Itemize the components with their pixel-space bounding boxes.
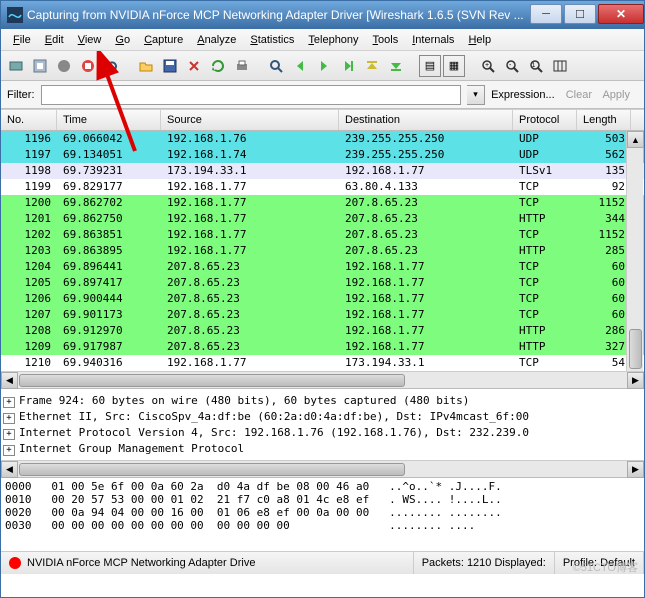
table-row[interactable]: 120469.896441207.8.65.23192.168.1.77TCP6… — [1, 259, 644, 275]
close-file-button[interactable] — [183, 55, 205, 77]
zoom-out-button[interactable]: - — [501, 55, 523, 77]
scroll-left-icon[interactable]: ◀ — [1, 372, 18, 389]
menu-edit[interactable]: Edit — [39, 32, 70, 48]
detail-line[interactable]: +Internet Protocol Version 4, Src: 192.1… — [3, 425, 642, 441]
details-hscrollbar[interactable]: ◀▶ — [1, 460, 644, 477]
table-row[interactable]: 120869.912970207.8.65.23192.168.1.77HTTP… — [1, 323, 644, 339]
options-button[interactable] — [29, 55, 51, 77]
table-row[interactable]: 120369.863895192.168.1.77207.8.65.23HTTP… — [1, 243, 644, 259]
status-interface: NVIDIA nForce MCP Networking Adapter Dri… — [27, 557, 255, 569]
reload-button[interactable] — [207, 55, 229, 77]
table-row[interactable]: 119969.829177192.168.1.7763.80.4.133TCP9… — [1, 179, 644, 195]
apply-link[interactable]: Apply — [602, 89, 630, 101]
table-row[interactable]: 120169.862750192.168.1.77207.8.65.23HTTP… — [1, 211, 644, 227]
zoom-reset-button[interactable]: 1 — [525, 55, 547, 77]
table-row[interactable]: 120669.900444207.8.65.23192.168.1.77TCP6… — [1, 291, 644, 307]
clear-link[interactable]: Clear — [566, 89, 592, 101]
maximize-button[interactable]: ☐ — [564, 4, 596, 24]
find-button[interactable] — [265, 55, 287, 77]
expand-icon[interactable]: + — [3, 429, 15, 440]
toolbar: ▤ ▦ + - 1 — [1, 51, 644, 81]
scroll-up-icon[interactable]: ▲ — [627, 131, 644, 148]
go-forward-button[interactable] — [313, 55, 335, 77]
app-icon — [7, 7, 23, 23]
menu-statistics[interactable]: Statistics — [244, 32, 300, 48]
packet-details-pane[interactable]: +Frame 924: 60 bytes on wire (480 bits),… — [1, 388, 644, 460]
table-row[interactable]: 119869.739231173.194.33.1192.168.1.77TLS… — [1, 163, 644, 179]
scroll-thumb[interactable] — [629, 329, 642, 369]
table-row[interactable]: 119669.066042192.168.1.76239.255.255.250… — [1, 131, 644, 147]
resize-columns-button[interactable] — [549, 55, 571, 77]
table-row[interactable]: 119769.134051192.168.1.74239.255.255.250… — [1, 147, 644, 163]
col-destination[interactable]: Destination — [339, 110, 513, 130]
col-length[interactable]: Length — [577, 110, 631, 130]
filter-dropdown-button[interactable]: ▾ — [467, 85, 485, 105]
col-source[interactable]: Source — [161, 110, 339, 130]
window-title: Capturing from NVIDIA nForce MCP Network… — [27, 8, 524, 22]
menu-tools[interactable]: Tools — [367, 32, 405, 48]
menu-go[interactable]: Go — [109, 32, 136, 48]
close-button[interactable]: ✕ — [598, 4, 644, 24]
packet-list-vscrollbar[interactable]: ▲ ▼ — [626, 131, 643, 388]
table-row[interactable]: 121069.940316192.168.1.77173.194.33.1TCP… — [1, 355, 644, 371]
start-capture-button[interactable] — [53, 55, 75, 77]
hscroll-thumb[interactable] — [19, 374, 405, 387]
menu-analyze[interactable]: Analyze — [191, 32, 242, 48]
menu-help[interactable]: Help — [462, 32, 497, 48]
go-first-button[interactable] — [361, 55, 383, 77]
packet-list-hscrollbar[interactable]: ◀ ▶ — [1, 371, 644, 388]
status-bar: NVIDIA nForce MCP Networking Adapter Dri… — [1, 551, 644, 574]
expand-icon[interactable]: + — [3, 413, 15, 424]
save-button[interactable] — [159, 55, 181, 77]
menu-internals[interactable]: Internals — [406, 32, 460, 48]
table-row[interactable]: 120269.863851192.168.1.77207.8.65.23TCP1… — [1, 227, 644, 243]
open-button[interactable] — [135, 55, 157, 77]
col-protocol[interactable]: Protocol — [513, 110, 577, 130]
stop-capture-button[interactable] — [77, 55, 99, 77]
minimize-button[interactable]: ─ — [530, 4, 562, 24]
table-row[interactable]: 120569.897417207.8.65.23192.168.1.77TCP6… — [1, 275, 644, 291]
svg-text:1: 1 — [532, 63, 536, 69]
menu-bar: FileEditViewGoCaptureAnalyzeStatisticsTe… — [1, 29, 644, 51]
table-row[interactable]: 120969.917987207.8.65.23192.168.1.77HTTP… — [1, 339, 644, 355]
hex-pane[interactable]: 0000 01 00 5e 6f 00 0a 60 2a d0 4a df be… — [1, 477, 644, 551]
detail-line[interactable]: +Frame 924: 60 bytes on wire (480 bits),… — [3, 393, 642, 409]
col-no[interactable]: No. — [1, 110, 57, 130]
col-time[interactable]: Time — [57, 110, 161, 130]
watermark: ©51CTO博客 — [573, 559, 638, 575]
expand-icon[interactable]: + — [3, 445, 15, 456]
print-button[interactable] — [231, 55, 253, 77]
filter-label: Filter: — [7, 89, 35, 101]
menu-file[interactable]: File — [7, 32, 37, 48]
table-row[interactable]: 120069.862702192.168.1.77207.8.65.23TCP1… — [1, 195, 644, 211]
restart-capture-button[interactable] — [101, 55, 123, 77]
svg-text:+: + — [485, 62, 489, 69]
go-last-button[interactable] — [385, 55, 407, 77]
title-bar: Capturing from NVIDIA nForce MCP Network… — [1, 1, 644, 29]
svg-text:-: - — [509, 62, 512, 69]
go-to-packet-button[interactable] — [337, 55, 359, 77]
record-icon — [9, 557, 21, 569]
menu-view[interactable]: View — [72, 32, 108, 48]
zoom-in-button[interactable]: + — [477, 55, 499, 77]
menu-capture[interactable]: Capture — [138, 32, 189, 48]
autoscroll-toggle[interactable]: ▦ — [443, 55, 465, 77]
expand-icon[interactable]: + — [3, 397, 15, 408]
filter-bar: Filter: ▾ Expression... Clear Apply — [1, 81, 644, 109]
packet-list-header: No. Time Source Destination Protocol Len… — [1, 109, 644, 131]
detail-line[interactable]: +Ethernet II, Src: CiscoSpv_4a:df:be (60… — [3, 409, 642, 425]
table-row[interactable]: 120769.901173207.8.65.23192.168.1.77TCP6… — [1, 307, 644, 323]
status-packets: Packets: 1210 Displayed: — [414, 552, 555, 574]
interfaces-button[interactable] — [5, 55, 27, 77]
scroll-right-icon[interactable]: ▶ — [627, 372, 644, 389]
detail-line[interactable]: +Internet Group Management Protocol — [3, 441, 642, 457]
filter-input[interactable] — [41, 85, 462, 105]
packet-list[interactable]: 119669.066042192.168.1.76239.255.255.250… — [1, 131, 644, 371]
go-back-button[interactable] — [289, 55, 311, 77]
colorize-toggle[interactable]: ▤ — [419, 55, 441, 77]
expression-link[interactable]: Expression... — [491, 89, 555, 101]
menu-telephony[interactable]: Telephony — [302, 32, 364, 48]
